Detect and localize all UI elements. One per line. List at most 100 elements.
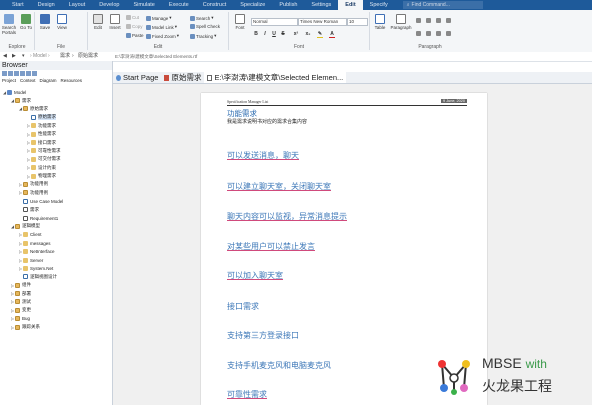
tab-execute[interactable]: Execute: [162, 0, 196, 10]
go-to-button[interactable]: Go To: [19, 14, 33, 30]
align-left-button[interactable]: [416, 31, 421, 36]
table-button[interactable]: Table: [372, 14, 388, 30]
browser-tab-context[interactable]: Context: [18, 77, 38, 85]
tab-specialize[interactable]: Specialize: [233, 0, 272, 10]
new-package-icon[interactable]: [2, 71, 7, 76]
underline-button[interactable]: U: [271, 31, 277, 37]
tree-node[interactable]: ◢ 原始需求: [0, 105, 112, 113]
tab-construct[interactable]: Construct: [196, 0, 234, 10]
dropdown-icon[interactable]: ▾: [22, 52, 25, 61]
breadcrumb-crumb1[interactable]: 需求: [60, 52, 70, 61]
model-icon: [7, 89, 12, 95]
tree-node[interactable]: ▷ 变更: [0, 306, 112, 314]
tree-node[interactable]: ◢ Model: [0, 88, 112, 96]
move-up-icon[interactable]: [20, 71, 25, 76]
req-icon: [23, 207, 28, 213]
tab-design[interactable]: Design: [31, 0, 62, 10]
search-portals-button[interactable]: Search Portals: [1, 14, 17, 35]
tree-node[interactable]: ▷ Client: [0, 231, 112, 239]
new-diagram-icon[interactable]: [8, 71, 13, 76]
back-icon[interactable]: ◀: [3, 52, 7, 61]
tab-start[interactable]: Start: [0, 0, 31, 10]
tree-node[interactable]: ▷ 性能需求: [0, 130, 112, 138]
tree-node[interactable]: ▷ 跟踪关系: [0, 323, 112, 331]
paragraph-button[interactable]: Paragraph: [390, 14, 412, 30]
browser-tab-resources[interactable]: Resources: [59, 77, 85, 85]
breadcrumb-crumb2[interactable]: 原始需求: [78, 52, 98, 61]
tracking-button[interactable]: Tracking ▾: [190, 33, 216, 39]
align-right-button[interactable]: [436, 31, 441, 36]
tree-node[interactable]: ▷ Server: [0, 256, 112, 264]
tab-requirement[interactable]: 原始需求: [161, 72, 204, 83]
model-link-button[interactable]: Model Link ▾: [146, 24, 177, 30]
font-size-select[interactable]: 10: [347, 18, 368, 26]
browser-tab-project[interactable]: Project: [0, 77, 18, 85]
tree-node[interactable]: Use Case Model: [0, 197, 112, 205]
tree-node[interactable]: ◢ 逻辑模型: [0, 222, 112, 230]
bold-button[interactable]: B: [253, 31, 259, 37]
italic-button[interactable]: I: [262, 31, 268, 37]
strikethrough-button[interactable]: S: [280, 31, 286, 37]
tree-node[interactable]: ▷ 可靠性需求: [0, 147, 112, 155]
tree-node[interactable]: 逻辑视图设计: [0, 273, 112, 281]
tree-node[interactable]: ▷ 物理需求: [0, 172, 112, 180]
filter-icon[interactable]: [32, 71, 37, 76]
fixed-zoom-button[interactable]: Fixed Zoom ▾: [146, 33, 179, 39]
tab-develop[interactable]: Develop: [92, 0, 126, 10]
tab-settings[interactable]: Settings: [304, 0, 338, 10]
tree-node[interactable]: ▷ 测试: [0, 298, 112, 306]
tree-node[interactable]: ▷ messages: [0, 239, 112, 247]
numbered-list-button[interactable]: [426, 18, 431, 23]
tree-node[interactable]: ▷ 可交付需求: [0, 155, 112, 163]
tree-node[interactable]: 原始需求: [0, 113, 112, 121]
tab-publish[interactable]: Publish: [272, 0, 304, 10]
justify-button[interactable]: [446, 31, 451, 36]
style-select[interactable]: Normal: [251, 18, 298, 26]
tree-node[interactable]: 需求: [0, 205, 112, 213]
copy-button[interactable]: Copy: [126, 24, 143, 29]
tree-node[interactable]: ▷ 设计约束: [0, 164, 112, 172]
forward-icon[interactable]: ▶: [12, 52, 16, 61]
align-center-button[interactable]: [426, 31, 431, 36]
save-button[interactable]: Save: [37, 14, 53, 30]
tree-node[interactable]: ▷ System.Net: [0, 264, 112, 272]
tree-node[interactable]: ▷ 功能需求: [0, 122, 112, 130]
find-command-input[interactable]: ⌕ Find Command...: [402, 1, 483, 9]
indent-button[interactable]: [446, 18, 451, 23]
paste-button[interactable]: Paste: [126, 33, 144, 38]
tree-node[interactable]: ◢ 需求: [0, 96, 112, 104]
search-button[interactable]: Search ▾: [190, 15, 214, 21]
outdent-button[interactable]: [436, 18, 441, 23]
tree-node[interactable]: ▷ Bug: [0, 315, 112, 323]
superscript-button[interactable]: x²: [291, 31, 301, 37]
subscript-button[interactable]: x₂: [303, 31, 313, 37]
tree-node[interactable]: ▷ NetInterface: [0, 247, 112, 255]
cut-button[interactable]: Cut: [126, 15, 139, 20]
tree-node[interactable]: ▷ 功能用例: [0, 180, 112, 188]
font-family-select[interactable]: Times New Roman: [298, 18, 347, 26]
tab-specify[interactable]: Specify: [363, 0, 395, 10]
new-element-icon[interactable]: [14, 71, 19, 76]
tree-node[interactable]: ▷ 组件: [0, 281, 112, 289]
view-button[interactable]: View: [54, 14, 70, 30]
tab-simulate[interactable]: Simulate: [126, 0, 161, 10]
tab-edit[interactable]: Edit: [338, 0, 363, 10]
tree-node[interactable]: ▷ 部署: [0, 289, 112, 297]
tab-layout[interactable]: Layout: [62, 0, 93, 10]
tab-document[interactable]: E:\李澍涛\建模文章\Selected Elemen...: [204, 72, 347, 83]
font-color-button[interactable]: A: [329, 31, 335, 38]
insert-button[interactable]: Insert: [107, 14, 123, 30]
tab-start-page[interactable]: Start Page: [113, 72, 161, 83]
font-button[interactable]: Font: [232, 14, 248, 30]
spell-check-button[interactable]: Spell Check: [190, 24, 220, 29]
paragraph-icon: [396, 14, 406, 24]
tree-node[interactable]: Requirement1: [0, 214, 112, 222]
edit-button[interactable]: Edit: [90, 14, 106, 30]
move-down-icon[interactable]: [26, 71, 31, 76]
tree-node[interactable]: ▷ 功能用例: [0, 189, 112, 197]
bullet-list-button[interactable]: [416, 18, 421, 23]
tree-node[interactable]: ▷ 接口需求: [0, 138, 112, 146]
manage-button[interactable]: Manage ▾: [146, 15, 172, 21]
browser-tab-diagram[interactable]: Diagram: [38, 77, 59, 85]
highlight-button[interactable]: ✎: [317, 31, 323, 38]
